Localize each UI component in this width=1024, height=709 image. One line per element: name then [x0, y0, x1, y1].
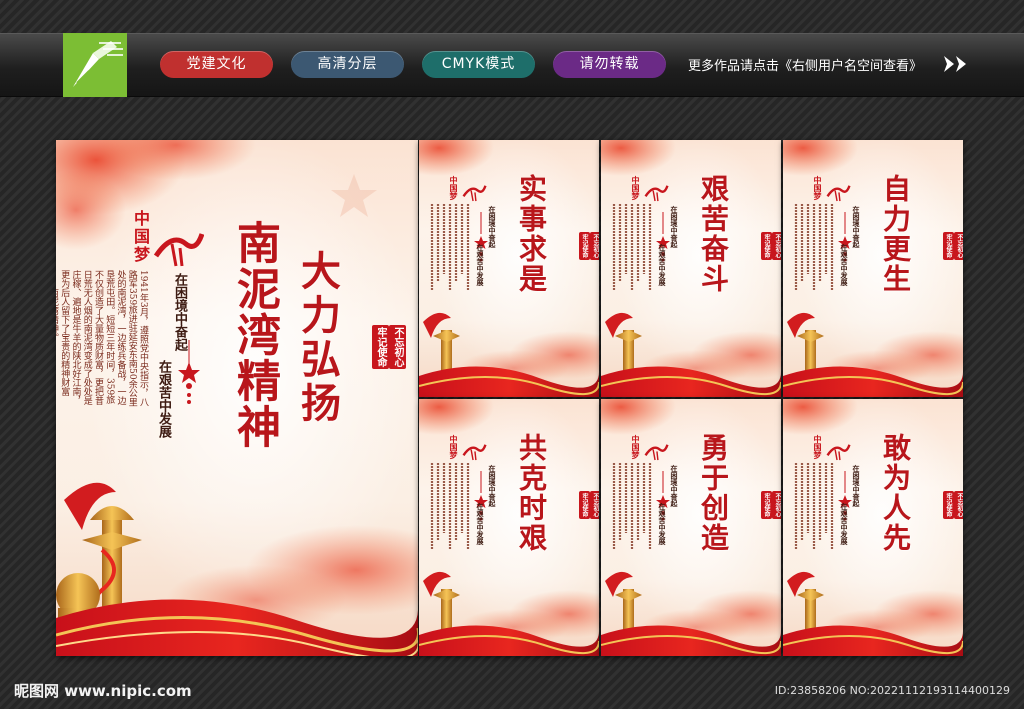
small-poster: 中国梦 艰苦奋斗 在困境中奋起 在艰苦中发展 不忘初心 牢记使命 [601, 140, 781, 397]
tag-hd-layers[interactable]: 高清分层 [291, 51, 404, 78]
body-text-lines [794, 463, 834, 549]
seal-text-a: 不忘初心 [389, 325, 406, 369]
small-seal: 不忘初心 牢记使命 [579, 232, 599, 264]
tag-party-culture[interactable]: 党建文化 [160, 51, 273, 78]
seal-text-b: 牢记使命 [943, 491, 954, 519]
small-poster: 中国梦 共克时艰 在困境中奋起 在艰苦中发展 不忘初心 牢记使命 [419, 399, 599, 656]
small-subtitle-b: 在艰苦中发展 [476, 244, 485, 286]
main-poster: 中国梦 大力弘扬 南泥湾精神 在困境中奋起 在艰苦中发展 1941年3月，遵照党… [56, 140, 418, 656]
main-seal: 不忘初心 牢记使命 [372, 325, 406, 373]
main-title-a: 大力弘扬 [294, 250, 341, 426]
body-text-lines [430, 463, 470, 549]
great-wall-icon [644, 185, 669, 202]
body-text-lines [612, 463, 652, 549]
double-arrow-right-icon[interactable] [942, 54, 970, 74]
small-subtitle-a: 在困境中奋起 [852, 206, 861, 248]
small-poster-title: 艰苦奋斗 [697, 174, 730, 294]
tag-no-repost[interactable]: 请勿转载 [553, 51, 666, 78]
small-poster-title: 敢为人先 [879, 433, 912, 553]
small-poster-title: 勇于创造 [697, 433, 730, 553]
small-subtitle-b: 在艰苦中发展 [840, 244, 849, 286]
seal-text-b: 牢记使命 [372, 325, 389, 369]
small-seal: 不忘初心 牢记使命 [761, 232, 781, 264]
small-poster: 中国梦 自力更生 在困境中奋起 在艰苦中发展 不忘初心 牢记使命 [783, 140, 963, 397]
tag-cmyk-mode[interactable]: CMYK模式 [422, 51, 535, 78]
great-wall-icon [826, 185, 851, 202]
header-note[interactable]: 更多作品请点击《右侧用户名空间查看》 [688, 55, 922, 74]
small-seal: 不忘初心 牢记使命 [761, 491, 781, 523]
small-poster-title: 共克时艰 [515, 433, 548, 553]
seal-text-b: 牢记使命 [579, 232, 590, 260]
small-subtitle-b: 在艰苦中发展 [658, 244, 667, 286]
main-body-text: 1941年3月，遵照党中央指示，八路军359旅进驻延安东南50余公里处的南泥湾，… [56, 270, 148, 407]
small-subtitle-b: 在艰苦中发展 [476, 503, 485, 545]
china-dream-logo: 中国梦 [813, 435, 823, 459]
small-subtitle-a: 在困境中奋起 [670, 465, 679, 507]
china-dream-logo: 中国梦 [813, 176, 823, 200]
main-title-b: 南泥湾精神 [229, 220, 280, 450]
great-wall-icon [462, 444, 487, 461]
great-wall-icon [462, 185, 487, 202]
seal-text-b: 牢记使命 [579, 491, 590, 519]
china-dream-logo: 中国梦 [449, 176, 459, 200]
brand-logo[interactable] [63, 33, 127, 97]
seal-text-a: 不忘初心 [954, 232, 963, 260]
main-subtitle-a: 在困境中奋起 [172, 273, 187, 351]
pen-nib-icon [63, 33, 127, 97]
small-subtitle-a: 在困境中奋起 [670, 206, 679, 248]
small-subtitle-b: 在艰苦中发展 [840, 503, 849, 545]
seal-text-a: 不忘初心 [590, 491, 599, 519]
china-dream-logo: 中国梦 [631, 435, 641, 459]
small-seal: 不忘初心 牢记使命 [943, 491, 963, 523]
china-dream-logo: 中国梦 [449, 435, 459, 459]
small-poster-title: 自力更生 [879, 174, 912, 294]
small-subtitle-b: 在艰苦中发展 [658, 503, 667, 545]
china-dream-logo: 中国梦 [131, 210, 150, 264]
seal-text-b: 牢记使命 [943, 232, 954, 260]
seal-text-a: 不忘初心 [772, 232, 781, 260]
seal-text-b: 牢记使命 [761, 232, 772, 260]
small-poster: 中国梦 敢为人先 在困境中奋起 在艰苦中发展 不忘初心 牢记使命 [783, 399, 963, 656]
small-subtitle-a: 在困境中奋起 [852, 465, 861, 507]
small-poster: 中国梦 勇于创造 在困境中奋起 在艰苦中发展 不忘初心 牢记使命 [601, 399, 781, 656]
seal-text-a: 不忘初心 [772, 491, 781, 519]
body-text-lines [794, 204, 834, 290]
small-poster-title: 实事求是 [515, 174, 548, 294]
seal-text-a: 不忘初心 [954, 491, 963, 519]
body-text-lines [430, 204, 470, 290]
china-dream-logo: 中国梦 [631, 176, 641, 200]
seal-text-a: 不忘初心 [590, 232, 599, 260]
body-text-lines [612, 204, 652, 290]
image-id-watermark: ID:23858206 NO:20221112193114400129 [774, 684, 1010, 697]
great-wall-icon [153, 233, 204, 267]
main-subtitle-b: 在艰苦中发展 [156, 360, 171, 438]
great-wall-icon [826, 444, 851, 461]
great-wall-icon [644, 444, 669, 461]
small-seal: 不忘初心 牢记使命 [943, 232, 963, 264]
small-subtitle-a: 在困境中奋起 [488, 465, 497, 507]
small-subtitle-a: 在困境中奋起 [488, 206, 497, 248]
site-watermark[interactable]: 昵图网 www.nipic.com [14, 680, 192, 701]
small-seal: 不忘初心 牢记使命 [579, 491, 599, 523]
seal-text-b: 牢记使命 [761, 491, 772, 519]
small-poster: 中国梦 实事求是 在困境中奋起 在艰苦中发展 不忘初心 牢记使命 [419, 140, 599, 397]
